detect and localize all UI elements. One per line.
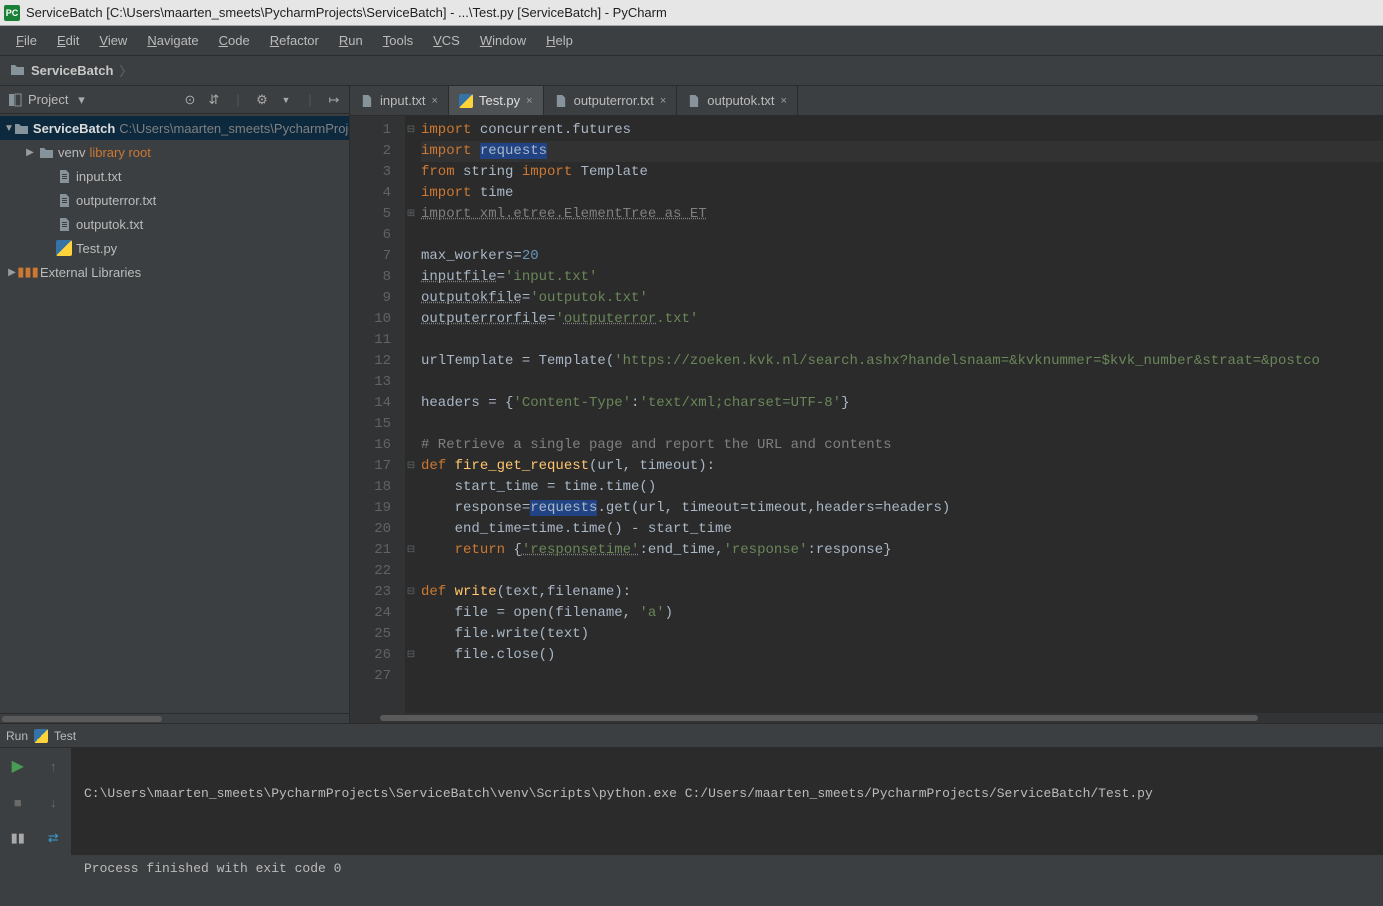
menu-edit[interactable]: Edit [47,29,89,52]
pause-button[interactable]: ▮▮ [0,820,36,856]
menu-run[interactable]: Run [329,29,373,52]
stop-button[interactable]: ■ [0,784,36,820]
menu-navigate[interactable]: Navigate [137,29,208,52]
tree-root[interactable]: ▼ ServiceBatch C:\Users\maarten_smeets\P… [0,116,349,140]
tab-label: input.txt [380,93,426,108]
up-button[interactable]: ↑ [36,748,72,784]
tree-item-label: External Libraries [40,265,141,280]
console-toolbar: ▶ ↑ ■ ↓ ▮▮ ⇄ [0,748,72,855]
tree-file[interactable]: Test.py [0,236,349,260]
close-icon[interactable]: × [780,95,786,107]
text-file-icon [56,168,72,184]
python-icon [56,240,72,256]
project-view-icon[interactable] [6,91,24,109]
menu-tools[interactable]: Tools [373,29,423,52]
divider: | [301,91,319,109]
breadcrumb: ServiceBatch 〉 [0,56,1383,86]
tree-file[interactable]: outputok.txt [0,212,349,236]
menu-code[interactable]: Code [209,29,260,52]
project-tool-window: Project ▾ ⊙ ⇵ | ⚙ ▼ | ↦ ▼ ServiceBatch C… [0,86,350,723]
breadcrumb-root[interactable]: ServiceBatch [31,63,113,78]
fold-column[interactable]: ⊟⊞⊟⊟⊟⊟ [405,116,417,713]
text-file-icon [56,192,72,208]
window-title: ServiceBatch [C:\Users\maarten_smeets\Py… [26,5,667,20]
run-config-name[interactable]: Test [54,729,76,743]
chevron-down-icon[interactable]: ▾ [72,91,90,109]
close-icon[interactable]: × [660,95,666,107]
close-icon[interactable]: × [526,95,532,107]
editor-tabs: input.txt×Test.py×outputerror.txt×output… [350,86,1383,116]
tab-label: outputok.txt [707,93,774,108]
editor-tab[interactable]: outputok.txt × [677,86,798,115]
project-tree[interactable]: ▼ ServiceBatch C:\Users\maarten_smeets\P… [0,114,349,713]
breadcrumb-separator-icon: 〉 [119,61,132,80]
folder-icon [10,63,25,79]
rerun-button[interactable]: ▶ [0,748,36,784]
python-icon [34,729,48,743]
menu-vcs[interactable]: VCS [423,29,470,52]
console-line: Process finished with exit code 0 [84,861,1371,876]
window-titlebar: PC ServiceBatch [C:\Users\maarten_smeets… [0,0,1383,26]
tree-root-name: ServiceBatch [33,121,115,136]
line-gutter: 1234567891011121314151617181920212223242… [350,116,405,713]
text-file-icon [56,216,72,232]
tree-file[interactable]: outputerror.txt [0,188,349,212]
expand-arrow-icon[interactable]: ▼ [4,123,14,134]
project-header: Project ▾ ⊙ ⇵ | ⚙ ▼ | ↦ [0,86,349,114]
console-line: C:\Users\maarten_smeets\PycharmProjects\… [84,786,1371,801]
tree-root-path: C:\Users\maarten_smeets\PycharmProjects\… [119,121,349,136]
text-file-icon [687,94,701,108]
app-icon: PC [4,5,20,21]
tree-item-label: outputerror.txt [76,193,156,208]
folder-icon [38,144,54,160]
gear-icon[interactable]: ⚙ [253,91,271,109]
collapse-icon[interactable]: ⇵ [205,91,223,109]
tree-item-label: Test.py [76,241,117,256]
tree-venv[interactable]: ▶ venv library root [0,140,349,164]
editor-tab[interactable]: outputerror.txt × [544,86,678,115]
tree-item-label: outputok.txt [76,217,143,232]
run-tool-header: Run Test [0,723,1383,747]
text-file-icon [360,94,374,108]
editor: input.txt×Test.py×outputerror.txt×output… [350,86,1383,723]
close-icon[interactable]: × [432,95,438,107]
sidebar-scrollbar[interactable] [0,713,349,723]
folder-icon [14,120,29,136]
menu-window[interactable]: Window [470,29,536,52]
tree-item-label: venv [58,145,85,160]
project-title: Project [28,92,68,107]
text-file-icon [554,94,568,108]
expand-arrow-icon[interactable]: ▶ [22,147,38,158]
code-area[interactable]: 1234567891011121314151617181920212223242… [350,116,1383,713]
tab-label: Test.py [479,93,520,108]
hide-icon[interactable]: ↦ [325,91,343,109]
library-root-note: library root [89,145,150,160]
toggle-button[interactable]: ⇄ [36,820,72,856]
main-area: Project ▾ ⊙ ⇵ | ⚙ ▼ | ↦ ▼ ServiceBatch C… [0,86,1383,723]
libraries-icon: ▮▮▮ [20,264,36,280]
tree-item-label: input.txt [76,169,122,184]
editor-tab[interactable]: input.txt × [350,86,449,115]
run-console: ▶ ↑ ■ ↓ ▮▮ ⇄ C:\Users\maarten_smeets\Pyc… [0,747,1383,855]
menu-refactor[interactable]: Refactor [260,29,329,52]
menu-view[interactable]: View [89,29,137,52]
tree-external-libs[interactable]: ▶ ▮▮▮ External Libraries [0,260,349,284]
menu-file[interactable]: File [6,29,47,52]
divider: | [229,91,247,109]
console-output[interactable]: C:\Users\maarten_smeets\PycharmProjects\… [72,748,1383,855]
down-button[interactable]: ↓ [36,784,72,820]
menu-bar: FileEditViewNavigateCodeRefactorRunTools… [0,26,1383,56]
chevron-down-icon[interactable]: ▼ [277,91,295,109]
locate-icon[interactable]: ⊙ [181,91,199,109]
editor-tab[interactable]: Test.py × [449,86,544,115]
editor-scrollbar[interactable] [350,713,1383,723]
tab-label: outputerror.txt [574,93,654,108]
run-label[interactable]: Run [6,729,28,743]
menu-help[interactable]: Help [536,29,583,52]
code-content[interactable]: import concurrent.futuresimport requests… [417,116,1383,713]
python-icon [459,94,473,108]
tree-file[interactable]: input.txt [0,164,349,188]
